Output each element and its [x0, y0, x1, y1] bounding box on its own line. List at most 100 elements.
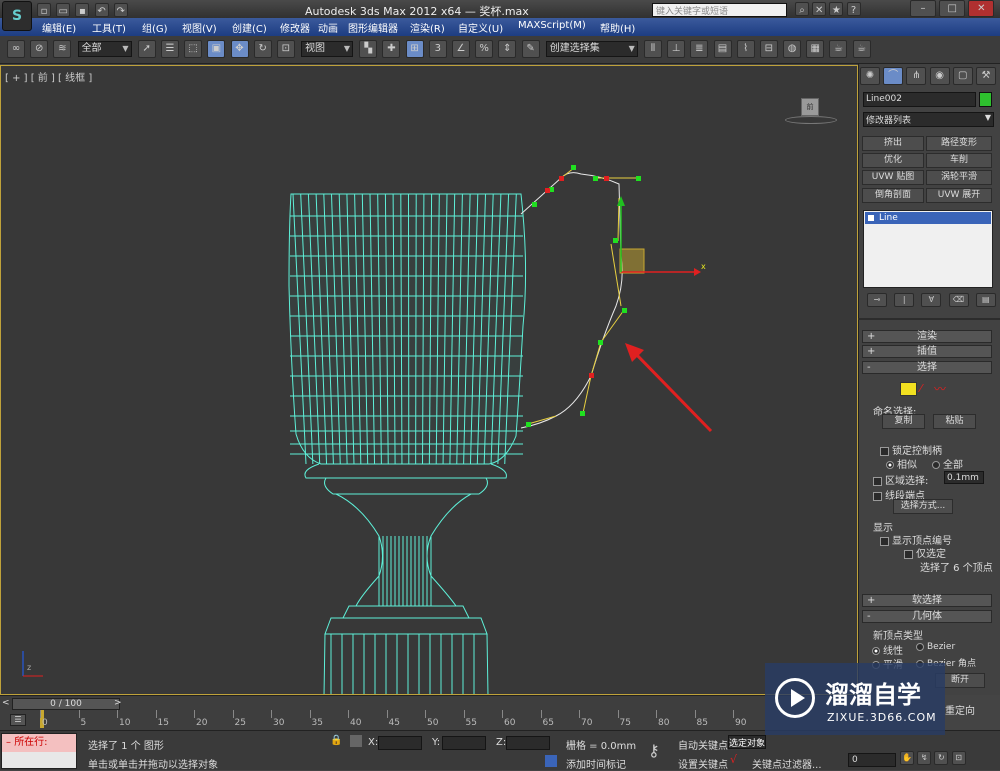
time-prev-icon[interactable]: < [2, 698, 10, 708]
y-coord-field[interactable] [442, 736, 486, 750]
save-file-icon[interactable]: ▪ [75, 3, 89, 17]
selection-filter-select[interactable]: 全部▼ [78, 41, 132, 57]
spline-vertex-handle[interactable] [593, 176, 598, 181]
walk-through-icon[interactable]: ↯ [917, 751, 931, 765]
mini-curve-icon[interactable]: ☰ [10, 714, 26, 726]
linear-radio[interactable]: 线性 [872, 642, 903, 657]
spline-vertex-handle[interactable] [598, 340, 603, 345]
tools-icon[interactable]: ✕ [812, 2, 826, 16]
move-icon[interactable]: ✥ [231, 40, 249, 58]
reference-coord-select[interactable]: 视图▼ [301, 41, 353, 57]
binoculars-icon[interactable]: ⌕ [795, 2, 809, 16]
search-input[interactable]: 键入关键字或短语 [652, 3, 787, 17]
lock-selection-icon[interactable]: 🔒 [330, 735, 342, 746]
spline-vertex-handle[interactable] [571, 165, 576, 170]
menu-customize[interactable]: 自定义(U) [458, 20, 503, 35]
front-viewport[interactable]: [ + ] [ 前 ] [ 线框 ] 前 [0, 65, 858, 695]
modify-tab-icon[interactable]: ⌒ [883, 67, 903, 85]
utilities-tab-icon[interactable]: ⚒ [976, 67, 996, 85]
scale-icon[interactable]: ⊡ [277, 40, 295, 58]
menu-edit[interactable]: 编辑(E) [42, 20, 76, 35]
select-by-button[interactable]: 选择方式... [893, 499, 953, 514]
similar-radio[interactable]: 相似 [886, 456, 917, 471]
lock-handles-checkbox[interactable]: 锁定控制柄 [880, 442, 942, 457]
manipulate-icon[interactable]: ✚ [382, 40, 400, 58]
redo-icon[interactable]: ↷ [114, 3, 128, 17]
mod-uvwmap-button[interactable]: UVW 贴图 [862, 170, 924, 185]
set-key-button[interactable]: 设置关键点 [678, 756, 728, 771]
object-name-field[interactable]: Line002 [863, 92, 976, 107]
spline-vertex[interactable] [604, 176, 609, 181]
open-file-icon[interactable]: ▭ [56, 3, 70, 17]
mod-extrude-button[interactable]: 挤出 [862, 136, 924, 151]
mirror-icon[interactable]: ⫴ [644, 40, 662, 58]
ribbon-icon[interactable]: ▤ [714, 40, 732, 58]
create-tab-icon[interactable]: ✺ [860, 67, 880, 85]
key-filter-icon[interactable]: √ [730, 753, 737, 766]
spline-vertex-handle[interactable] [526, 422, 531, 427]
stack-item-line[interactable]: Line [865, 212, 991, 224]
rollout-geometry[interactable]: -几何体 [862, 610, 992, 623]
angle-snap-icon[interactable]: ∠ [452, 40, 470, 58]
key-filters-button[interactable]: 关键点过滤器... [752, 756, 822, 771]
align-icon[interactable]: ⊥ [667, 40, 685, 58]
window-crossing-icon[interactable]: ▣ [207, 40, 225, 58]
render-icon[interactable]: ☕ [853, 40, 871, 58]
display-tab-icon[interactable]: ▢ [953, 67, 973, 85]
link-icon[interactable]: ∞ [7, 40, 25, 58]
reorient-checkbox[interactable]: 重定向 [945, 702, 975, 717]
hierarchy-tab-icon[interactable]: ⋔ [906, 67, 926, 85]
menu-tools[interactable]: 工具(T) [92, 20, 126, 35]
configure-sets-icon[interactable]: ▤ [976, 293, 996, 307]
time-slider[interactable]: 0 / 100 [12, 698, 120, 710]
new-file-icon[interactable]: ▫ [37, 3, 51, 17]
copy-button[interactable]: 复制 [882, 414, 925, 429]
snap-3d-icon[interactable]: 3 [429, 40, 447, 58]
mod-lathe-button[interactable]: 车削 [926, 153, 992, 168]
render-frame-icon[interactable]: ☕ [829, 40, 847, 58]
rect-selection-icon[interactable]: ⬚ [184, 40, 202, 58]
undo-icon[interactable]: ↶ [95, 3, 109, 17]
render-setup-icon[interactable]: ▦ [806, 40, 824, 58]
bezier-radio[interactable]: Bezier [916, 642, 955, 652]
make-unique-icon[interactable]: ∀ [921, 293, 941, 307]
bind-spacewarp-icon[interactable]: ≋ [53, 40, 71, 58]
maxscript-line[interactable]: – 所在行: [2, 734, 76, 752]
key-icon[interactable]: ⚷ [648, 741, 660, 760]
object-color-swatch[interactable] [979, 92, 992, 107]
rollout-selection[interactable]: -选择 [862, 361, 992, 374]
select-by-name-icon[interactable]: ☰ [161, 40, 179, 58]
selected-object-select[interactable]: 选定对象 [728, 735, 766, 749]
material-editor-icon[interactable]: ◍ [783, 40, 801, 58]
remove-modifier-icon[interactable]: ⌫ [949, 293, 969, 307]
menu-group[interactable]: 组(G) [142, 20, 168, 35]
menu-create[interactable]: 创建(C) [232, 20, 267, 35]
modifier-list-select[interactable]: 修改器列表 ▼ [863, 112, 994, 127]
close-icon[interactable]: ✕ [968, 0, 994, 17]
spline-vertex[interactable] [559, 176, 564, 181]
vertex-mode-icon[interactable] [900, 382, 917, 396]
menu-graph-editors[interactable]: 图形编辑器 [348, 20, 398, 35]
only-selected-checkbox[interactable]: 仅选定 [904, 545, 946, 560]
menu-help[interactable]: 帮助(H) [600, 20, 635, 35]
show-end-result-icon[interactable]: | [894, 293, 914, 307]
minimize-icon[interactable]: – [910, 0, 936, 17]
track-bar[interactable]: 051015202530354045505560657075808590 [40, 710, 858, 730]
maximize-icon[interactable]: □ [939, 0, 965, 17]
mod-turbosmooth-button[interactable]: 涡轮平滑 [926, 170, 992, 185]
spline-vertex-handle[interactable] [622, 308, 627, 313]
z-coord-field[interactable] [506, 736, 550, 750]
x-coord-field[interactable] [378, 736, 422, 750]
layer-manager-icon[interactable]: ≣ [690, 40, 708, 58]
mod-optimize-button[interactable]: 优化 [862, 153, 924, 168]
mod-pathdeform-button[interactable]: 路径变形 [926, 136, 992, 151]
menu-view[interactable]: 视图(V) [182, 20, 217, 35]
add-time-tag-icon[interactable] [545, 755, 557, 767]
spline-vertex-handle[interactable] [613, 238, 618, 243]
maxscript-listener[interactable]: – 所在行: [1, 733, 77, 769]
segment-mode-icon[interactable]: ⁄ [920, 382, 922, 395]
spline-vertex-handle[interactable] [532, 202, 537, 207]
area-selection-checkbox[interactable]: 区域选择: [873, 472, 928, 487]
app-logo-icon[interactable]: S [2, 1, 32, 31]
keyboard-shortcut-icon[interactable]: ⊞ [406, 40, 424, 58]
